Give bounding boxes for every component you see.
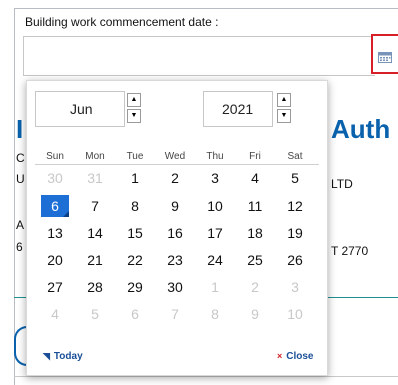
close-icon: × bbox=[277, 351, 283, 361]
today-icon: ◥ bbox=[43, 351, 50, 361]
month-up-button[interactable]: ▲ bbox=[127, 93, 141, 107]
calendar-button[interactable] bbox=[371, 34, 398, 74]
year-spinner: ▲ ▼ bbox=[277, 93, 293, 125]
background-text: 6 bbox=[16, 240, 23, 254]
day-cell[interactable]: 7 bbox=[81, 195, 109, 217]
background-heading-left: I bbox=[16, 114, 24, 144]
chevron-down-icon: ▼ bbox=[130, 112, 138, 119]
day-cell[interactable]: 8 bbox=[201, 303, 229, 325]
day-cell[interactable]: 30 bbox=[41, 167, 69, 189]
weekday-label: Mon bbox=[85, 151, 105, 162]
weekday-label: Wed bbox=[164, 151, 186, 162]
day-cell[interactable]: 13 bbox=[41, 222, 69, 244]
day-cell[interactable]: 16 bbox=[161, 222, 189, 244]
day-cell[interactable]: 24 bbox=[201, 249, 229, 271]
day-cell[interactable]: 12 bbox=[281, 195, 309, 217]
today-label: Today bbox=[53, 351, 83, 362]
datepicker-popup: Jun ▲ ▼ 2021 ▲ ▼ Sun Mon Tue Wed Thu Fri Sat 3… bbox=[26, 80, 328, 376]
day-cell[interactable]: 30 bbox=[161, 276, 189, 298]
day-cell[interactable]: 20 bbox=[41, 249, 69, 271]
field-label: Building work commencement date : bbox=[25, 15, 219, 29]
day-cell[interactable]: 17 bbox=[201, 222, 229, 244]
day-cell[interactable]: 2 bbox=[161, 167, 189, 189]
chevron-down-icon: ▼ bbox=[280, 112, 288, 119]
day-cell[interactable]: 28 bbox=[81, 276, 109, 298]
day-cell[interactable]: 7 bbox=[161, 303, 189, 325]
day-cell[interactable]: 3 bbox=[201, 167, 229, 189]
today-button[interactable]: ◥ Today bbox=[43, 351, 83, 362]
day-cell[interactable]: 9 bbox=[241, 303, 269, 325]
day-cell[interactable]: 15 bbox=[121, 222, 149, 244]
day-cell[interactable]: 29 bbox=[121, 276, 149, 298]
background-text: LTD bbox=[331, 177, 353, 191]
month-spinner: ▲ ▼ bbox=[127, 93, 143, 125]
weekday-label: Sun bbox=[46, 151, 64, 162]
chevron-up-icon: ▲ bbox=[280, 96, 288, 103]
day-cell[interactable]: 9 bbox=[161, 195, 189, 217]
day-cell[interactable]: 21 bbox=[81, 249, 109, 271]
day-cell[interactable]: 4 bbox=[241, 167, 269, 189]
day-cell[interactable]: 2 bbox=[241, 276, 269, 298]
day-cell[interactable]: 14 bbox=[81, 222, 109, 244]
day-cell[interactable]: 31 bbox=[81, 167, 109, 189]
divider bbox=[35, 164, 319, 165]
close-label: Close bbox=[286, 351, 314, 362]
day-cell[interactable]: 26 bbox=[281, 249, 309, 271]
day-cell[interactable]: 10 bbox=[281, 303, 309, 325]
day-cell[interactable]: 18 bbox=[241, 222, 269, 244]
weekday-label: Fri bbox=[249, 151, 261, 162]
day-cell[interactable]: 27 bbox=[41, 276, 69, 298]
background-heading: Auth bbox=[331, 114, 391, 144]
day-cell[interactable]: 5 bbox=[281, 167, 309, 189]
day-cell[interactable]: 10 bbox=[201, 195, 229, 217]
weekday-label: Sat bbox=[287, 151, 303, 162]
close-button[interactable]: × Close bbox=[277, 351, 314, 362]
day-cell[interactable]: 19 bbox=[281, 222, 309, 244]
background-text: C bbox=[16, 151, 25, 165]
day-cell[interactable]: 6 bbox=[121, 303, 149, 325]
day-cell[interactable]: 8 bbox=[121, 195, 149, 217]
day-cell[interactable]: 25 bbox=[241, 249, 269, 271]
selected-day-cell[interactable]: 6 bbox=[41, 195, 69, 217]
commencement-date-input[interactable] bbox=[23, 36, 375, 76]
day-cell[interactable]: 11 bbox=[241, 195, 269, 217]
background-text: A bbox=[16, 218, 25, 232]
divider bbox=[14, 376, 398, 377]
day-cell[interactable]: 3 bbox=[281, 276, 309, 298]
month-down-button[interactable]: ▼ bbox=[127, 109, 141, 123]
day-cell[interactable]: 1 bbox=[201, 276, 229, 298]
day-cell[interactable]: 5 bbox=[81, 303, 109, 325]
chevron-up-icon: ▲ bbox=[130, 96, 138, 103]
day-cell[interactable]: 1 bbox=[121, 167, 149, 189]
day-cell[interactable]: 22 bbox=[121, 249, 149, 271]
weekday-label: Tue bbox=[126, 151, 144, 162]
day-cell[interactable]: 23 bbox=[161, 249, 189, 271]
background-text: T 2770 bbox=[331, 244, 369, 258]
month-select[interactable]: Jun bbox=[35, 91, 125, 127]
year-value: 2021 bbox=[222, 101, 254, 117]
calendar-icon bbox=[378, 52, 392, 63]
background-text: U bbox=[16, 172, 25, 186]
weekday-label: Thu bbox=[206, 151, 224, 162]
year-up-button[interactable]: ▲ bbox=[277, 93, 291, 107]
month-value: Jun bbox=[70, 101, 93, 117]
day-cell[interactable]: 4 bbox=[41, 303, 69, 325]
year-down-button[interactable]: ▼ bbox=[277, 109, 291, 123]
year-select[interactable]: 2021 bbox=[203, 91, 273, 127]
